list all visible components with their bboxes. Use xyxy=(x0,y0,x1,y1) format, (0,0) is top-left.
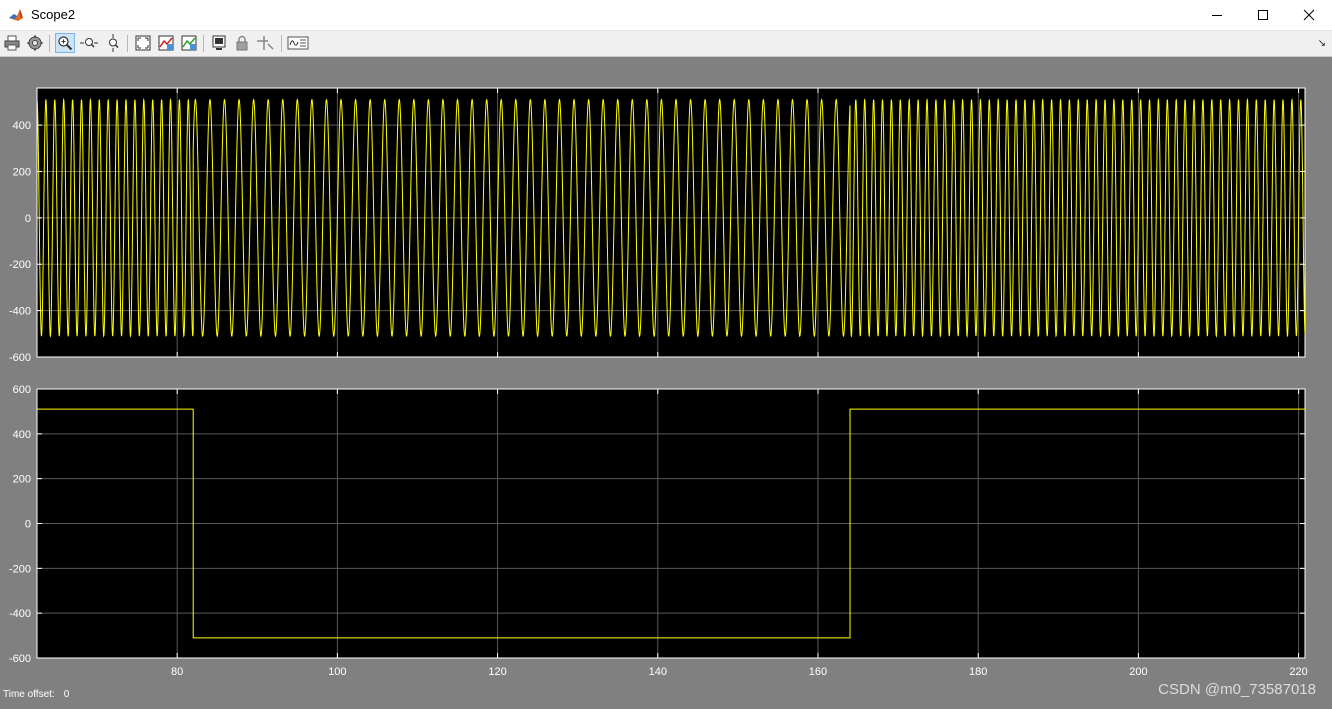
zoom-in-icon xyxy=(58,36,73,51)
toolbar-separator xyxy=(49,35,50,52)
restore-axes-settings-icon xyxy=(181,35,197,51)
y-tick-label: 0 xyxy=(25,213,31,225)
scope-axes-1: -600 -400 -200 0 200 400 xyxy=(9,87,1306,364)
y-tick-label: -600 xyxy=(9,352,31,364)
dock-arrow-icon[interactable]: ↘ xyxy=(1318,38,1326,49)
lock-axes-button[interactable] xyxy=(232,33,252,53)
close-button[interactable] xyxy=(1286,0,1332,30)
y-tick-label: 200 xyxy=(13,474,31,486)
zoom-x-button[interactable] xyxy=(79,33,99,53)
x-tick-label: 100 xyxy=(328,666,346,678)
toolbar-separator xyxy=(127,35,128,52)
close-icon xyxy=(1303,9,1315,21)
x-tick-label: 200 xyxy=(1129,666,1147,678)
y-tick-label: 0 xyxy=(25,519,31,531)
signal-selection-icon xyxy=(257,36,274,50)
x-tick-label: 80 xyxy=(171,666,183,678)
legend-button[interactable] xyxy=(286,33,310,53)
parameters-button[interactable] xyxy=(25,33,45,53)
zoom-y-icon xyxy=(109,34,119,52)
scope-plot-area[interactable]: -600 -400 -200 0 200 400 -600 -400 -200 0 200 400 60… xyxy=(0,57,1332,687)
y-tick-label: -600 xyxy=(9,653,31,665)
restore-axes-settings-button[interactable] xyxy=(179,33,199,53)
zoom-y-button[interactable] xyxy=(103,33,123,53)
matlab-logo-icon xyxy=(9,9,23,21)
save-axes-settings-button[interactable] xyxy=(156,33,176,53)
watermark: CSDN @m0_73587018 xyxy=(1158,681,1316,698)
y-tick-label: 600 xyxy=(13,384,31,396)
scope-axes-2: -600 -400 -200 0 200 400 600 80 100 120 140 160 180 2… xyxy=(9,384,1308,678)
y-tick-label: -400 xyxy=(9,608,31,620)
y-tick-label: -200 xyxy=(9,259,31,271)
autoscale-icon xyxy=(135,35,151,51)
x-tick-label: 120 xyxy=(488,666,506,678)
x-tick-label: 180 xyxy=(969,666,987,678)
window-title: Scope2 xyxy=(31,7,76,22)
print-button[interactable] xyxy=(2,33,22,53)
x-tick-label: 220 xyxy=(1289,666,1307,678)
y-tick-label: 400 xyxy=(13,120,31,132)
floating-scope-button[interactable] xyxy=(209,33,229,53)
print-icon xyxy=(4,35,20,51)
title-bar: Scope2 xyxy=(0,0,1332,31)
parameters-gear-icon xyxy=(27,35,43,51)
save-axes-settings-icon xyxy=(158,35,174,51)
y-tick-label: -400 xyxy=(9,306,31,318)
zoom-x-icon xyxy=(80,38,98,48)
autoscale-button[interactable] xyxy=(133,33,153,53)
time-offset-label: Time offset: xyxy=(3,689,55,700)
lock-axes-icon xyxy=(236,35,248,51)
legend-icon xyxy=(287,36,309,50)
toolbar-separator xyxy=(281,35,282,52)
minimize-button[interactable] xyxy=(1194,0,1240,30)
y-tick-label: 200 xyxy=(13,166,31,178)
maximize-icon xyxy=(1258,10,1268,20)
x-tick-label: 160 xyxy=(809,666,827,678)
time-offset-value: 0 xyxy=(63,689,70,700)
time-offset-status: Time offset: 0 xyxy=(3,689,69,700)
floating-scope-icon xyxy=(212,35,226,50)
maximize-button[interactable] xyxy=(1240,0,1286,30)
y-tick-label: -200 xyxy=(9,563,31,575)
y-tick-label: 400 xyxy=(13,429,31,441)
signal-selection-button[interactable] xyxy=(255,33,275,53)
zoom-in-button[interactable] xyxy=(55,33,75,53)
scope-toolbar: ↘ xyxy=(0,31,1332,57)
toolbar-separator xyxy=(203,35,204,52)
minimize-icon xyxy=(1212,15,1222,16)
x-tick-label: 140 xyxy=(649,666,667,678)
